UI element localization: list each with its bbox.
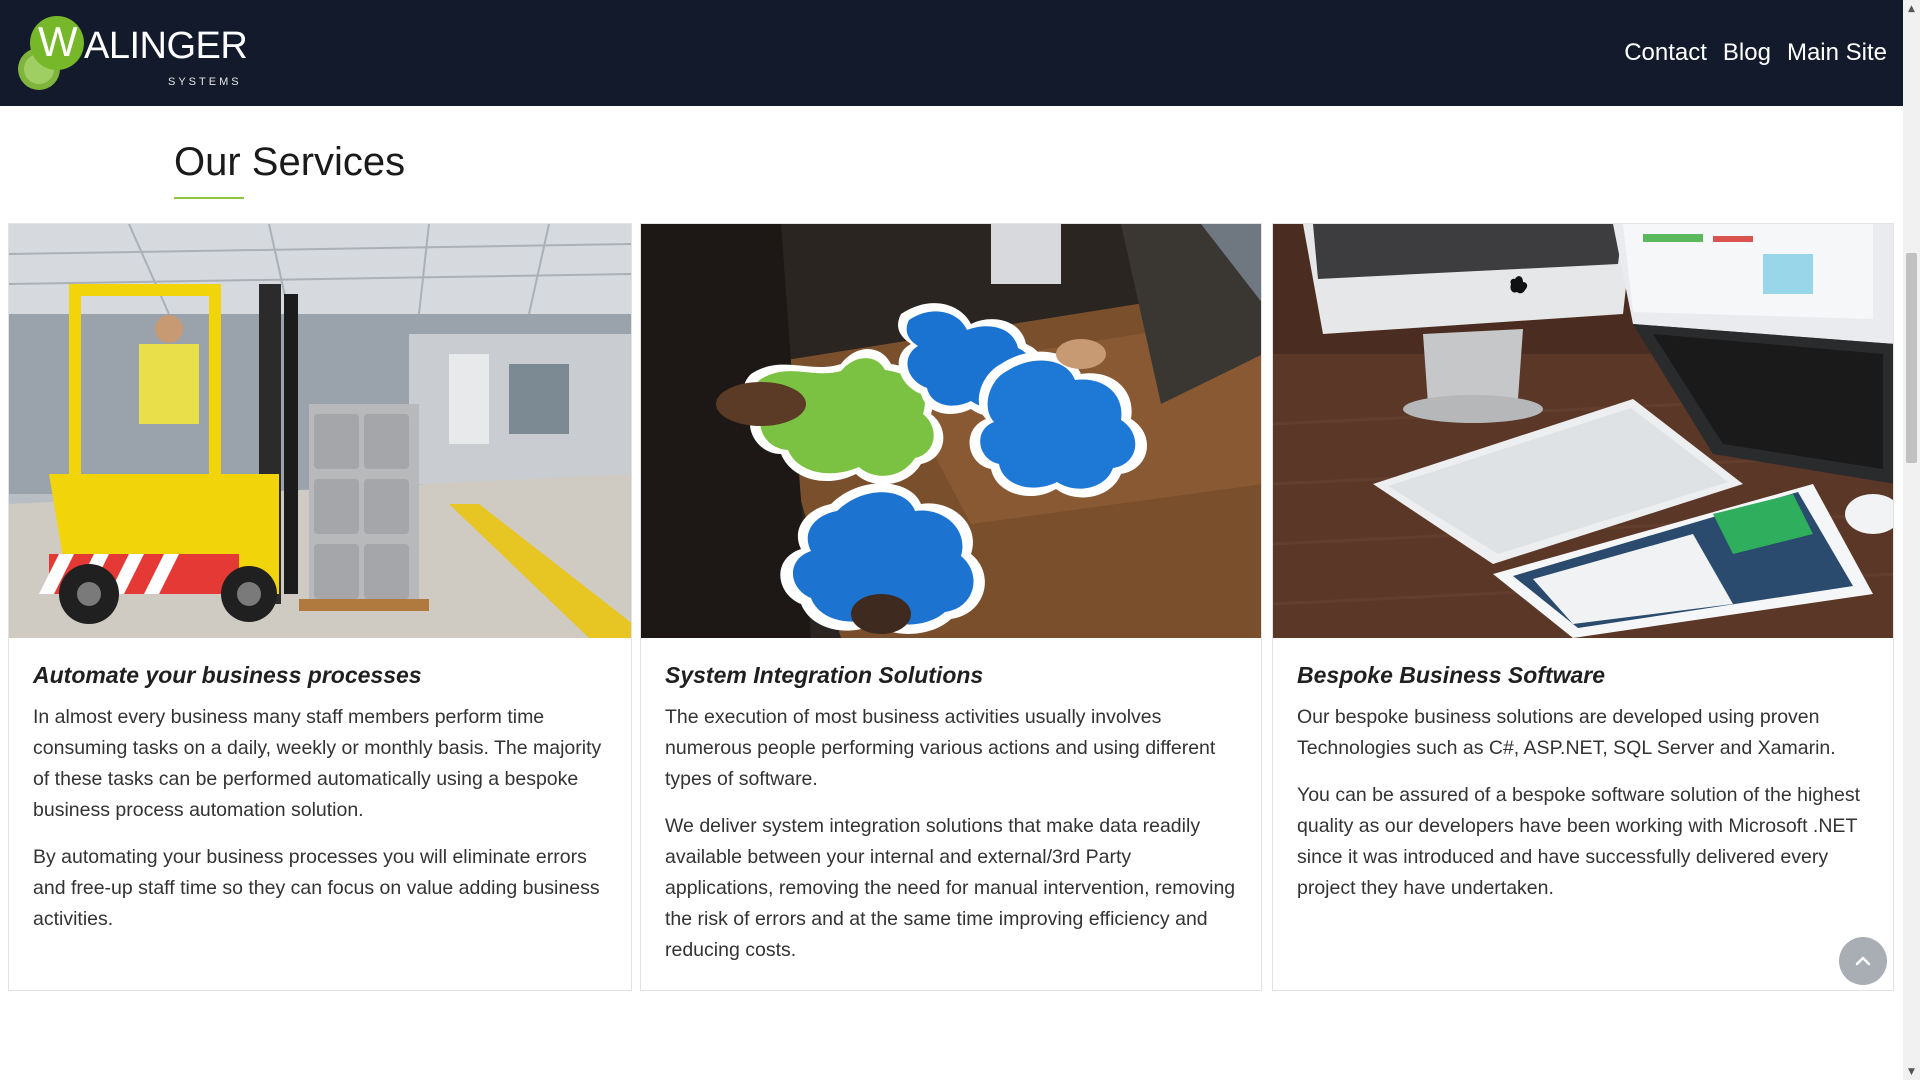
logo-text: ALINGER	[84, 25, 248, 67]
card-body: Automate your business processes In almo…	[9, 638, 631, 935]
card-paragraph: Our bespoke business solutions are devel…	[1297, 706, 1836, 759]
section-title: Our Services	[174, 140, 406, 184]
card-paragraph: The execution of most business activitie…	[665, 706, 1216, 790]
card-title: Bespoke Business Software	[1297, 662, 1606, 688]
card-paragraph: In almost every business many staff memb…	[33, 706, 602, 821]
card-body: System Integration Solutions The executi…	[641, 638, 1261, 966]
puzzle-pieces-image	[641, 224, 1261, 638]
service-card-bespoke-software: Bespoke Business Software Our bespoke bu…	[1272, 223, 1894, 991]
walinger-logo[interactable]: W ALINGER SYSTEMS	[18, 14, 248, 94]
nav-contact-link[interactable]: Contact	[1624, 38, 1707, 68]
computer-devices-image	[1273, 224, 1893, 638]
triangle-down-icon[interactable]: ▼	[1903, 1063, 1920, 1080]
scrollbar-thumb[interactable]	[1906, 253, 1917, 463]
main-nav: Contact Blog Main Site	[1624, 38, 1887, 68]
card-title: System Integration Solutions	[665, 662, 984, 688]
nav-main-site-link[interactable]: Main Site	[1787, 38, 1887, 68]
card-body: Bespoke Business Software Our bespoke bu…	[1273, 638, 1893, 904]
chevron-up-icon	[1855, 956, 1871, 966]
triangle-up-icon[interactable]: ▲	[1903, 0, 1920, 17]
back-to-top-button[interactable]	[1839, 937, 1887, 985]
card-title: Automate your business processes	[33, 662, 422, 688]
service-card-automation: Automate your business processes In almo…	[8, 223, 632, 991]
logo-letter: W	[38, 18, 78, 65]
logo-subtext: SYSTEMS	[168, 76, 242, 88]
forklift-warehouse-image	[9, 224, 631, 638]
viewport: W ALINGER SYSTEMS Contact Blog Main Site…	[0, 0, 1920, 1080]
nav-blog-link[interactable]: Blog	[1723, 38, 1771, 68]
service-card-integration: System Integration Solutions The executi…	[640, 223, 1262, 991]
site-header: W ALINGER SYSTEMS Contact Blog Main Site	[0, 0, 1903, 106]
card-paragraph: By automating your business processes yo…	[33, 846, 600, 930]
card-paragraph: You can be assured of a bespoke software…	[1297, 784, 1860, 899]
card-paragraph: We deliver system integration solutions …	[665, 815, 1236, 961]
title-underline	[174, 197, 244, 199]
vertical-scrollbar[interactable]: ▲ ▼	[1903, 0, 1920, 1080]
